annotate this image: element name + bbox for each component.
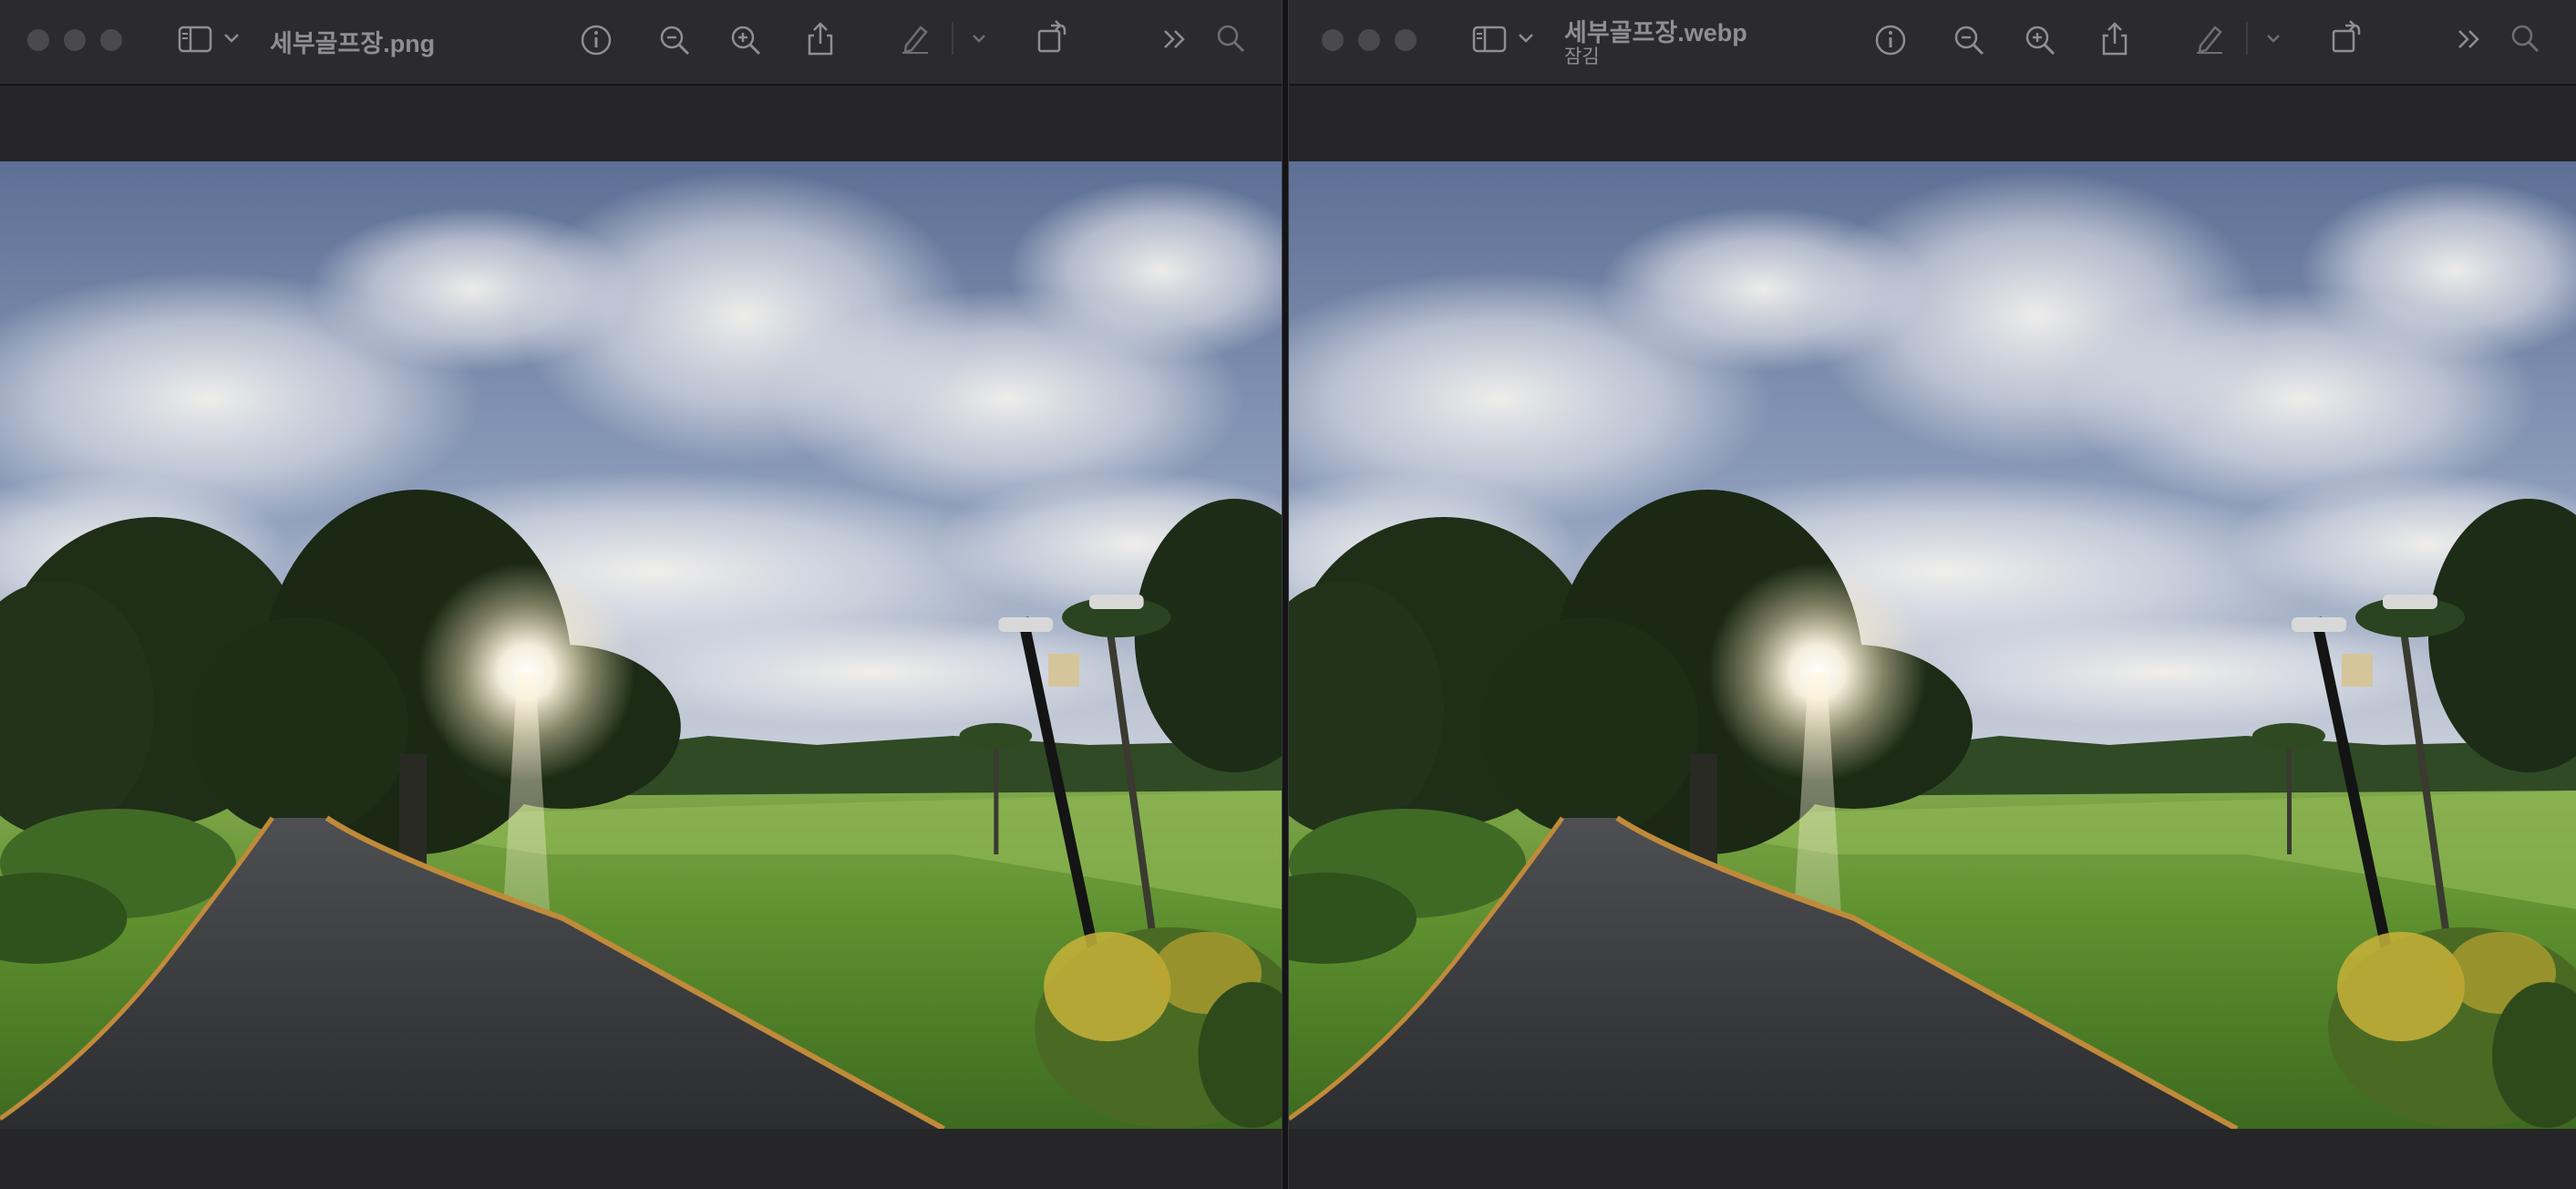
sidebar-icon[interactable] <box>1471 24 1508 55</box>
minimize-window-button[interactable] <box>1358 29 1380 51</box>
golf-course-photo <box>1289 161 2576 1129</box>
image-view[interactable] <box>0 161 1282 1129</box>
zoom-window-button[interactable] <box>1395 29 1417 51</box>
sidebar-icon[interactable] <box>177 24 213 55</box>
rotate-icon[interactable] <box>2328 16 2365 57</box>
content-padding-top <box>0 86 1282 161</box>
close-window-button[interactable] <box>1322 29 1344 51</box>
markup-pen-icon[interactable] <box>897 20 933 57</box>
rotate-icon[interactable] <box>1034 16 1070 57</box>
chevron-down-icon[interactable] <box>970 31 988 46</box>
toolbar: 세부골프장.png <box>0 0 1282 86</box>
content-padding-bottom <box>0 1129 1282 1189</box>
close-window-button[interactable] <box>27 29 49 51</box>
chevron-down-icon[interactable] <box>1517 29 1535 47</box>
more-chevrons-icon[interactable] <box>2456 26 2483 53</box>
content-padding-top <box>1289 86 2576 161</box>
toolbar-separator <box>952 22 953 55</box>
golf-course-photo <box>0 161 1282 1129</box>
chevron-down-icon[interactable] <box>2264 31 2282 46</box>
zoom-in-icon[interactable] <box>727 22 764 58</box>
more-chevrons-icon[interactable] <box>1161 26 1189 53</box>
chevron-down-icon[interactable] <box>222 29 241 47</box>
split-view-divider[interactable] <box>1282 0 1289 1189</box>
toolbar-separator <box>2246 22 2248 55</box>
preview-window-left: 세부골프장.png <box>0 0 1282 1189</box>
screen: 세부골프장.png 세부골프장.webp 잠김 <box>0 0 2576 1189</box>
zoom-window-button[interactable] <box>100 29 122 51</box>
preview-window-right: 세부골프장.webp 잠김 <box>1289 0 2576 1189</box>
zoom-in-icon[interactable] <box>2022 22 2058 58</box>
content-padding-bottom <box>1289 1129 2576 1189</box>
image-view[interactable] <box>1289 161 2576 1129</box>
document-title: 세부골프장.png <box>270 30 436 57</box>
toolbar: 세부골프장.webp 잠김 <box>1289 0 2576 86</box>
share-icon[interactable] <box>802 18 839 58</box>
minimize-window-button[interactable] <box>64 29 86 51</box>
info-icon[interactable] <box>1872 22 1909 58</box>
search-icon[interactable] <box>2509 22 2541 55</box>
info-icon[interactable] <box>578 22 614 58</box>
zoom-out-icon[interactable] <box>1951 22 1987 58</box>
zoom-out-icon[interactable] <box>656 22 693 58</box>
search-icon[interactable] <box>1214 22 1247 55</box>
share-icon[interactable] <box>2097 18 2133 58</box>
document-status-locked: 잠김 <box>1564 47 1600 67</box>
markup-pen-icon[interactable] <box>2191 20 2228 57</box>
